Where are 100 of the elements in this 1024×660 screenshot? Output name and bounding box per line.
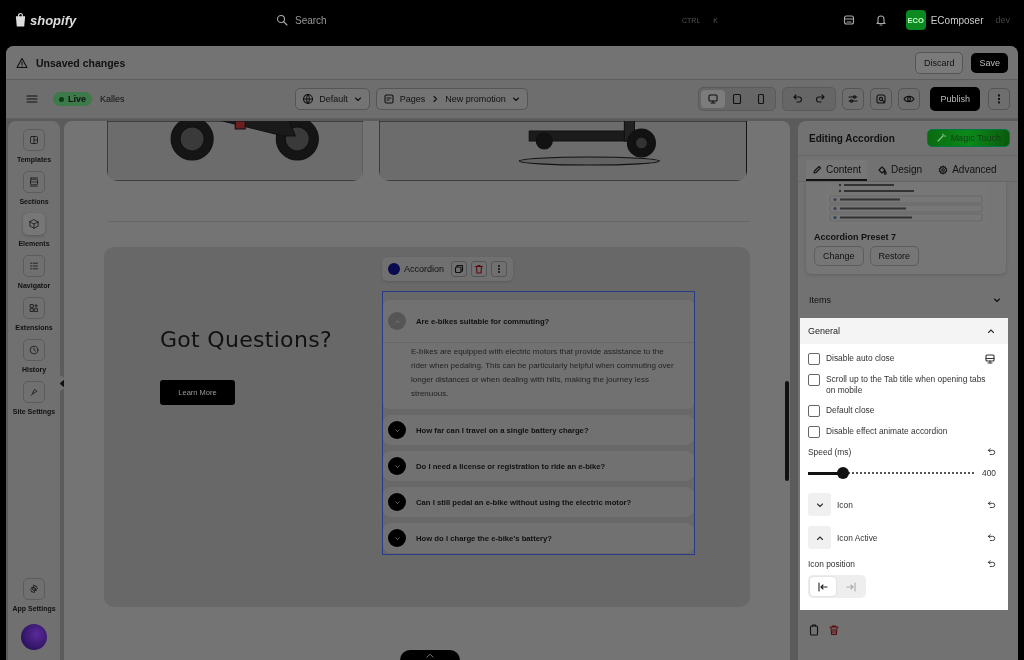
duplicate-button[interactable] (451, 261, 468, 277)
language-dropdown[interactable]: Default (295, 88, 370, 110)
gear-icon (938, 164, 949, 175)
element-type-icon (388, 263, 400, 275)
restore-button[interactable]: Restore (869, 246, 920, 266)
sliders-icon (847, 93, 860, 105)
more-button[interactable] (988, 88, 1010, 110)
delete-button[interactable] (471, 261, 488, 277)
panel-title: Editing Accordion (809, 132, 895, 144)
shopify-logo[interactable]: shopify (14, 12, 276, 28)
duplicate-icon (454, 264, 465, 274)
menu-icon[interactable] (25, 92, 39, 106)
paint-bucket-icon (877, 164, 888, 175)
speed-label: Speed (ms) (808, 447, 852, 457)
speed-value: 400 (982, 468, 996, 478)
accordion-item[interactable] (383, 300, 694, 409)
align-right-icon (845, 580, 857, 593)
store-icon[interactable] (841, 13, 856, 27)
scrollbar[interactable] (785, 381, 789, 481)
align-left-button[interactable] (810, 577, 836, 596)
live-badge: Live (53, 92, 92, 106)
change-button[interactable]: Change (814, 246, 864, 266)
desktop-icon[interactable] (984, 353, 996, 365)
chevron-down-icon (992, 295, 1002, 305)
store-suffix: dev (995, 15, 1010, 25)
breadcrumb-item[interactable]: New promotion (445, 94, 506, 104)
expand-icon (388, 493, 406, 511)
reset-icon[interactable] (986, 559, 996, 569)
clipboard-icon[interactable] (808, 624, 820, 636)
sections-icon (27, 175, 41, 189)
expand-icon (388, 457, 406, 475)
reset-icon[interactable] (986, 499, 996, 510)
save-button[interactable]: Save (971, 52, 1008, 73)
store-name[interactable]: EComposer (930, 14, 984, 26)
expand-icon (388, 421, 406, 439)
icon-picker[interactable] (808, 526, 831, 549)
cube-icon (27, 217, 41, 231)
user-avatar[interactable] (21, 624, 47, 650)
trash-icon (474, 264, 485, 274)
inspect-button[interactable] (870, 88, 893, 110)
undo-icon (791, 93, 804, 105)
publish-button[interactable]: Publish (930, 87, 980, 111)
delete-icon[interactable] (828, 624, 840, 636)
section-header[interactable]: General (800, 318, 1008, 344)
align-left-icon (817, 580, 829, 593)
option-label: Disable effect animate accordion (826, 426, 949, 437)
reset-icon[interactable] (986, 532, 996, 543)
gear-icon (27, 582, 41, 596)
search-field[interactable]: Search (293, 13, 677, 27)
breadcrumb-item[interactable]: Pages (399, 94, 426, 104)
eye-icon (903, 93, 916, 105)
desktop-icon (707, 93, 720, 105)
preview-button[interactable] (898, 88, 921, 110)
theme-name: Kalles (100, 94, 125, 104)
bell-icon[interactable] (873, 13, 888, 27)
bottom-panel-toggle[interactable] (400, 650, 460, 660)
unsaved-changes-title: Unsaved changes (36, 56, 126, 69)
checkbox[interactable] (808, 426, 820, 438)
panel-tab[interactable]: Advanced (932, 160, 1003, 181)
settings-sliders-button[interactable] (842, 88, 865, 110)
pencil-icon (812, 164, 822, 175)
discard-button[interactable]: Discard (914, 51, 964, 74)
section-header[interactable]: Items (800, 274, 1016, 318)
icon-picker[interactable] (808, 493, 831, 516)
icon-label: Icon Active (837, 532, 878, 543)
page-icon (382, 93, 395, 105)
chevron-down-icon (352, 94, 363, 104)
checkbox[interactable] (808, 374, 820, 386)
warning-icon (16, 56, 28, 69)
checkbox[interactable] (808, 405, 820, 417)
icon-position-label: Icon position (808, 559, 856, 569)
chevron-up-icon (426, 652, 434, 658)
slider-thumb[interactable] (837, 467, 850, 479)
preset-name: Accordion Preset 7 (814, 232, 897, 242)
checkbox[interactable] (808, 353, 820, 365)
collapse-icon (388, 312, 406, 330)
element-label: Accordion (404, 264, 445, 274)
section-heading: Got Questions? (160, 327, 332, 352)
option-label: Default close (826, 405, 876, 416)
inspect-icon (875, 93, 888, 105)
expand-icon (388, 529, 406, 547)
reset-icon[interactable] (986, 447, 996, 457)
globe-icon (302, 93, 315, 105)
magic-touch-button[interactable]: Magic Touch (926, 129, 1010, 147)
grid-plus-icon (27, 301, 41, 315)
layout-icon (27, 133, 41, 147)
tablet-icon (731, 93, 744, 105)
page-dropdown[interactable]: Pages New promotion (375, 88, 528, 110)
desktop-view-button[interactable] (701, 90, 726, 108)
panel-tab[interactable]: Content (806, 160, 868, 181)
panel-tab[interactable]: Design (871, 160, 929, 181)
option-label: Scroll up to the Tab title when opening tabs on mobile (826, 374, 987, 396)
search-icon (276, 14, 288, 26)
bag-icon (14, 12, 27, 28)
logo-text: shopify (30, 12, 77, 28)
icon-label: Icon (837, 499, 853, 510)
clock-icon (27, 343, 41, 357)
option-label: Disable auto close (826, 353, 896, 364)
wand-icon (935, 133, 946, 143)
more-button[interactable] (491, 261, 508, 277)
